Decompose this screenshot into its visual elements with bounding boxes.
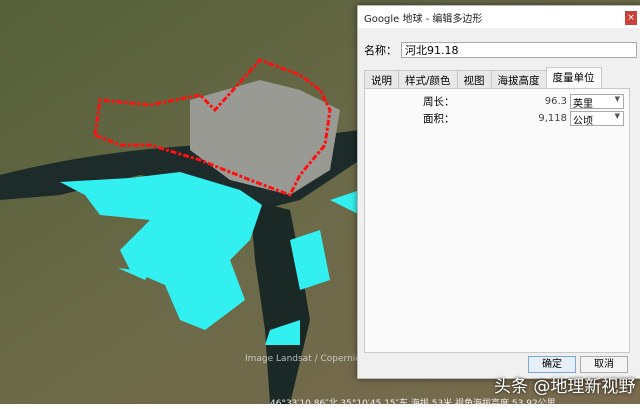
chevron-down-icon: ▼ bbox=[614, 112, 620, 120]
ok-button[interactable]: 确定 bbox=[528, 356, 576, 373]
tab-altitude[interactable]: 海拔高度 bbox=[490, 70, 547, 89]
perimeter-unit-select[interactable]: 英里 ▼ bbox=[570, 94, 624, 110]
status-coordinates: 46°33′10.86″北 35°10′45.15″东 海拔 53米 视角海拔高… bbox=[270, 399, 556, 409]
perimeter-unit: 英里 bbox=[573, 99, 593, 110]
watermark: 头条 @地理新视野 bbox=[494, 377, 636, 397]
area-label: 面积： bbox=[423, 113, 455, 125]
perimeter-label: 周长： bbox=[423, 96, 455, 108]
perimeter-value: 96.3 bbox=[544, 96, 567, 107]
chevron-down-icon: ▼ bbox=[614, 95, 620, 103]
measurements-panel: 周长： 96.3 英里 ▼ 面积： 9,118 公顷 ▼ bbox=[364, 88, 630, 353]
name-label: 名称： bbox=[364, 44, 397, 57]
tab-view[interactable]: 视图 bbox=[456, 70, 492, 89]
close-button[interactable]: × bbox=[625, 11, 637, 25]
tab-description[interactable]: 说明 bbox=[364, 70, 399, 89]
tab-measurements[interactable]: 度量单位 bbox=[545, 67, 602, 89]
tab-style-color[interactable]: 样式/颜色 bbox=[398, 70, 458, 89]
imagery-credit: Image Landsat / Copernicus bbox=[245, 354, 371, 364]
area-unit: 公顷 bbox=[573, 116, 593, 127]
area-value: 9,118 bbox=[538, 113, 567, 124]
name-input[interactable] bbox=[401, 42, 637, 58]
dialog-title: Google 地球 - 编辑多边形 bbox=[358, 6, 640, 28]
cancel-button[interactable]: 取消 bbox=[580, 356, 628, 373]
area-unit-select[interactable]: 公顷 ▼ bbox=[570, 111, 624, 127]
edit-polygon-dialog: Google 地球 - 编辑多边形 × 名称： 说明 样式/颜色 视图 海拔高度… bbox=[357, 5, 640, 379]
